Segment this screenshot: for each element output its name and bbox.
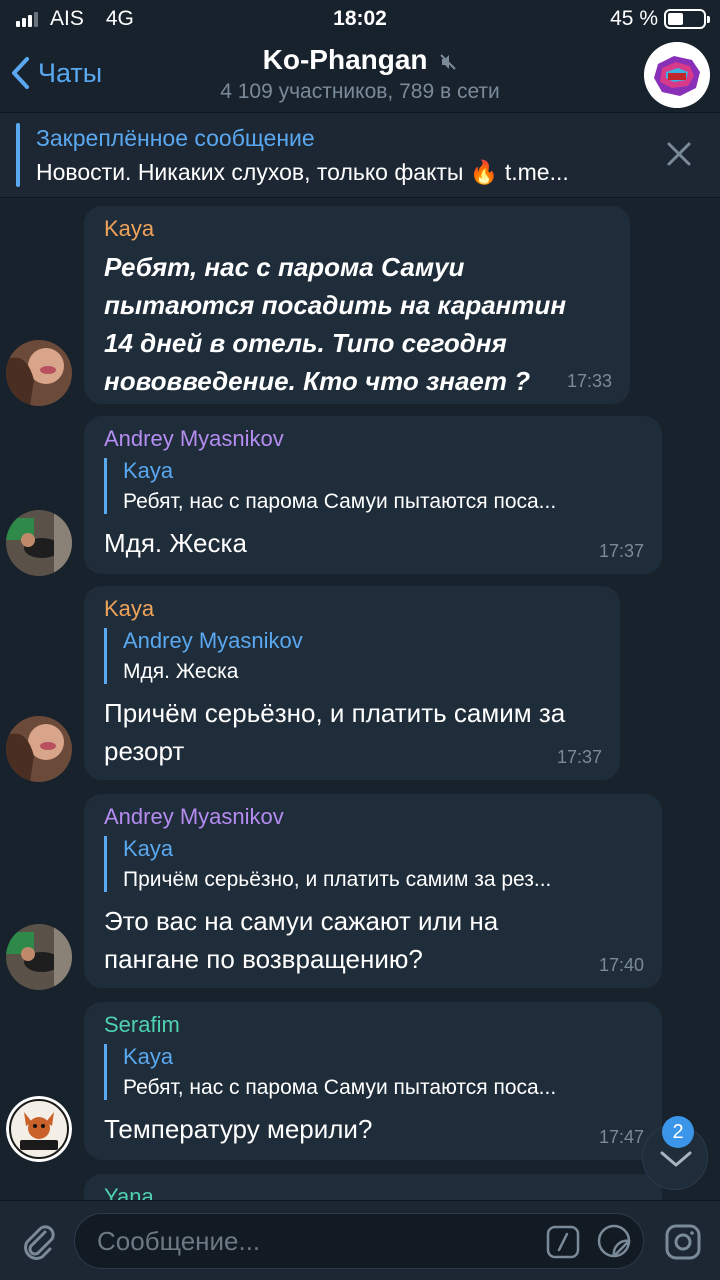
paperclip-icon[interactable] (18, 1221, 58, 1261)
message-text: Причём серьёзно, и платить самим за резо… (104, 698, 566, 766)
battery-percent: 45 % (610, 7, 658, 30)
chat-title: Ko-Phangan (262, 44, 428, 75)
message-sender: Kaya (104, 596, 155, 621)
message-bubble[interactable]: Andrey Myasnikov Kaya Ребят, нас с паром… (84, 416, 662, 574)
message-text: Температуру мерили? (104, 1114, 373, 1144)
message-text: Это вас на самуи сажают или на пангане п… (104, 906, 499, 974)
reply-text: Мдя. Жеска (123, 660, 239, 683)
message-time: 17:47 (598, 1127, 644, 1147)
pinned-text: Новости. Никаких слухов, только факты 🔥 … (36, 159, 569, 185)
reply-text: Ребят, нас с парома Самуи пытаются поса.… (123, 490, 557, 513)
chat-avatar[interactable] (644, 42, 710, 108)
message-time: 17:40 (598, 955, 644, 975)
reply-sender: Kaya (123, 836, 174, 861)
reply-preview[interactable]: Kaya Ребят, нас с парома Самуи пытаются … (104, 458, 642, 514)
reply-sender: Andrey Myasnikov (123, 628, 303, 653)
message-sender: Serafim (104, 1012, 180, 1037)
reply-preview[interactable]: Kaya Причём серьёзно, и платить самим за… (104, 836, 642, 892)
avatar-kaya[interactable] (6, 716, 72, 782)
close-icon[interactable] (666, 141, 692, 167)
message-time: 17:37 (598, 541, 644, 561)
avatar-kaya[interactable] (6, 340, 72, 406)
chat-subtitle: 4 109 участников, 789 в сети (220, 80, 500, 103)
message-bubble[interactable]: Yana (84, 1174, 662, 1200)
sticker-icon[interactable] (596, 1223, 632, 1259)
avatar-serafim[interactable] (6, 1096, 72, 1162)
message-sender: Kaya (104, 216, 155, 241)
message-bubble[interactable]: Serafim Kaya Ребят, нас с парома Самуи п… (84, 1002, 662, 1160)
message-sender: Andrey Myasnikov (104, 426, 284, 451)
message-sender: Andrey Myasnikov (104, 804, 284, 829)
pinned-title: Закреплённое сообщение (36, 125, 315, 151)
message-bubble[interactable]: Kaya Andrey Myasnikov Мдя. Жеска Причём … (84, 586, 620, 780)
battery-icon (664, 9, 710, 29)
message-bubble[interactable]: Kaya Ребят, нас с парома Самуи пытаются … (84, 206, 630, 404)
message-time: 17:37 (556, 747, 602, 767)
avatar-andrey[interactable] (6, 510, 72, 576)
status-bar: AIS 4G 18:02 45 % (0, 0, 720, 38)
message-list[interactable]: Kaya Ребят, нас с парома Самуи пытаются … (0, 198, 720, 1200)
reply-preview[interactable]: Kaya Ребят, нас с парома Самуи пытаются … (104, 1044, 642, 1100)
composer-bar (0, 1200, 720, 1280)
message-text: Мдя. Жеска (104, 528, 247, 558)
slash-commands-icon[interactable] (546, 1225, 580, 1259)
unread-count-badge: 2 (662, 1116, 694, 1148)
reply-sender: Kaya (123, 458, 174, 483)
chat-title-wrap[interactable]: Ko-Phangan (0, 44, 720, 76)
chat-header: Чаты Ko-Phangan 4 109 участников, 789 в … (0, 38, 720, 112)
reply-sender: Kaya (123, 1044, 174, 1069)
message-sender: Yana (104, 1184, 154, 1200)
mute-icon (440, 53, 457, 70)
message-time: 17:33 (566, 371, 612, 391)
pinned-message[interactable]: Закреплённое сообщение Новости. Никаких … (0, 112, 720, 198)
status-right: 45 % (610, 7, 710, 31)
message-bubble[interactable]: Andrey Myasnikov Kaya Причём серьёзно, и… (84, 794, 662, 988)
reply-text: Ребят, нас с парома Самуи пытаются поса.… (123, 1076, 557, 1099)
chat-logo-image (644, 42, 710, 108)
message-text: Ребят, нас с парома Самуи пытаются посад… (104, 252, 567, 396)
pinned-accent-bar (16, 123, 20, 187)
reply-text: Причём серьёзно, и платить самим за рез.… (123, 868, 552, 891)
reply-preview[interactable]: Andrey Myasnikov Мдя. Жеска (104, 628, 600, 684)
avatar-andrey[interactable] (6, 924, 72, 990)
camera-icon[interactable] (662, 1221, 704, 1263)
